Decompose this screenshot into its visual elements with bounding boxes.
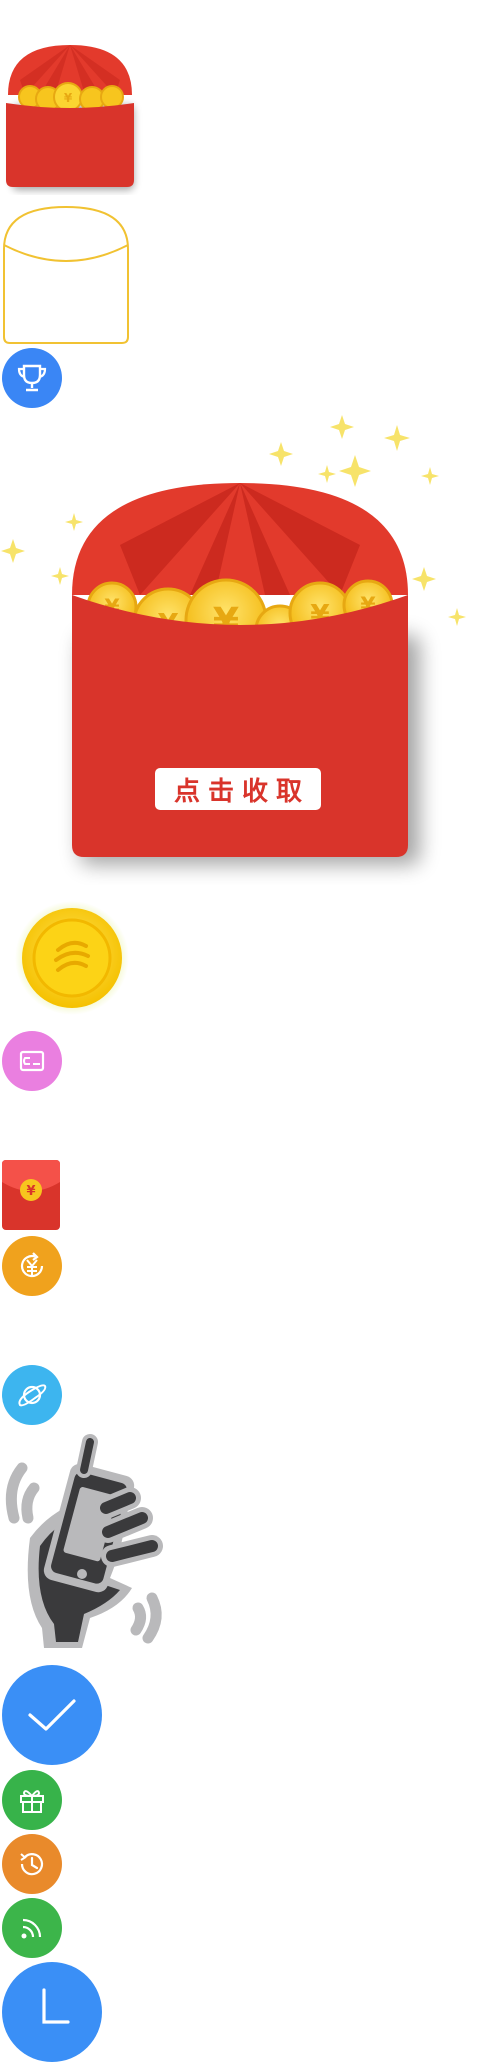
- coin-symbol: ¥: [26, 1184, 35, 1199]
- planet-icon[interactable]: [2, 1365, 62, 1425]
- gift-icon[interactable]: [2, 1770, 62, 1830]
- gold-coin-icon: [14, 900, 130, 1016]
- phone-shake-icon: [2, 1428, 182, 1658]
- coin-symbol: ¥: [64, 91, 73, 105]
- big-red-envelope[interactable]: ¥ ¥ ¥ ¥ ¥ ¥: [0, 405, 486, 885]
- clock-icon[interactable]: [2, 1962, 102, 2062]
- history-icon[interactable]: [2, 1834, 62, 1894]
- yuan-refresh-icon[interactable]: [2, 1236, 62, 1296]
- wallet-icon[interactable]: [2, 1031, 62, 1091]
- checkmark-icon[interactable]: [2, 1665, 102, 1765]
- red-envelope-small-icon: ¥: [0, 35, 145, 195]
- envelope-outline-icon: [0, 205, 135, 345]
- claim-button[interactable]: 点击收取: [155, 768, 321, 810]
- rss-icon[interactable]: [2, 1898, 62, 1958]
- trophy-icon[interactable]: [2, 348, 62, 408]
- red-packet-icon[interactable]: ¥: [2, 1160, 60, 1230]
